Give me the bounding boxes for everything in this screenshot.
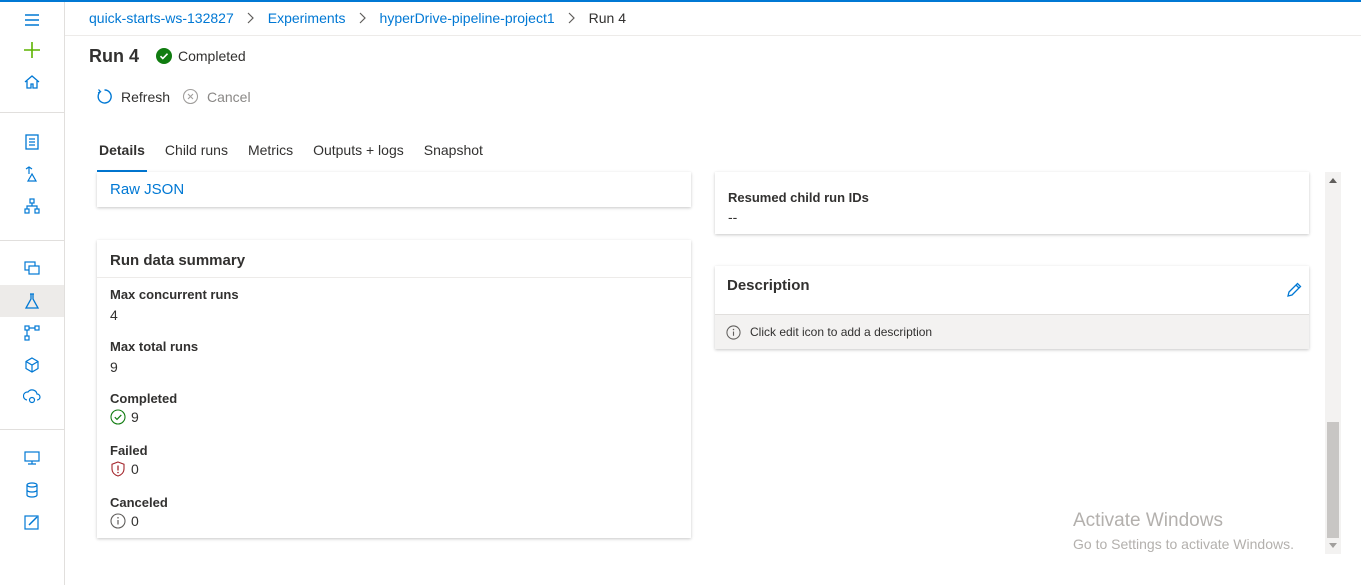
canceled-row: 0: [110, 513, 139, 529]
scrollbar-thumb[interactable]: [1327, 422, 1339, 538]
left-nav: [0, 2, 65, 585]
failed-row: 0: [110, 461, 139, 477]
raw-json-link[interactable]: Raw JSON: [110, 181, 184, 198]
tab-child-runs[interactable]: Child runs: [155, 142, 238, 172]
hamburger-icon[interactable]: [0, 4, 64, 36]
max-total-label: Max total runs: [110, 339, 199, 354]
breadcrumb-workspace[interactable]: quick-starts-ws-132827: [89, 10, 234, 26]
notebook-icon[interactable]: [0, 126, 64, 158]
datastores-icon[interactable]: [0, 474, 64, 506]
scroll-down-arrow-icon[interactable]: [1329, 543, 1337, 548]
breadcrumb-current: Run 4: [588, 10, 626, 26]
chevron-right-icon: [247, 12, 255, 24]
tab-bar: Details Child runs Metrics Outputs + log…: [89, 142, 493, 172]
completed-row: 9: [110, 409, 139, 425]
refresh-button[interactable]: Refresh: [96, 88, 170, 105]
description-hint-bar: Click edit icon to add a description: [715, 314, 1309, 349]
cancel-button[interactable]: Cancel: [182, 88, 251, 105]
chevron-right-icon: [359, 12, 367, 24]
plus-icon[interactable]: [0, 34, 64, 66]
failed-value: 0: [131, 461, 139, 477]
resumed-value: --: [728, 209, 738, 225]
endpoints-icon[interactable]: [0, 381, 64, 413]
header-divider: [65, 35, 1361, 36]
error-shield-icon: [111, 461, 125, 477]
scroll-up-arrow-icon[interactable]: [1329, 178, 1337, 183]
tab-outputs-logs[interactable]: Outputs + logs: [303, 142, 414, 172]
tab-metrics[interactable]: Metrics: [238, 142, 303, 172]
max-concurrent-value: 4: [110, 307, 118, 323]
check-circle-outline-icon: [110, 409, 126, 425]
activate-windows-subtitle: Go to Settings to activate Windows.: [1073, 536, 1294, 552]
edit-pencil-icon[interactable]: [1285, 281, 1303, 304]
max-total-value: 9: [110, 359, 118, 375]
experiments-icon[interactable]: [0, 285, 64, 317]
run-data-summary-card: Run data summary Max concurrent runs 4 M…: [97, 240, 691, 538]
canceled-value: 0: [131, 513, 139, 529]
check-circle-icon: [156, 48, 172, 64]
refresh-icon: [97, 89, 112, 104]
cancel-label: Cancel: [207, 88, 251, 105]
status-text: Completed: [178, 48, 246, 64]
max-concurrent-label: Max concurrent runs: [110, 287, 239, 302]
models-icon[interactable]: [0, 349, 64, 381]
resumed-label: Resumed child run IDs: [728, 190, 869, 205]
tab-snapshot[interactable]: Snapshot: [414, 142, 493, 172]
completed-label: Completed: [110, 391, 178, 406]
labeling-icon[interactable]: [0, 506, 64, 538]
description-title: Description: [727, 277, 810, 294]
completed-value: 9: [131, 409, 139, 425]
cancel-icon: [182, 88, 199, 105]
designer-icon[interactable]: [0, 190, 64, 222]
pipelines-icon[interactable]: [0, 317, 64, 349]
breadcrumb-experiments[interactable]: Experiments: [268, 10, 346, 26]
status-badge: Completed: [156, 48, 246, 64]
refresh-label: Refresh: [121, 88, 171, 105]
resumed-card: Resumed child run IDs --: [715, 172, 1309, 234]
chevron-right-icon: [568, 12, 576, 24]
vertical-scrollbar[interactable]: [1325, 172, 1341, 554]
tab-details[interactable]: Details: [89, 142, 155, 172]
activate-windows-title: Activate Windows: [1073, 510, 1223, 531]
datasets-icon[interactable]: [0, 252, 64, 284]
summary-divider: [97, 277, 691, 278]
info-circle-icon: [110, 513, 126, 529]
top-accent-bar: [0, 0, 1361, 2]
canceled-label: Canceled: [110, 495, 168, 510]
automl-icon[interactable]: [0, 158, 64, 190]
info-circle-icon: [726, 324, 741, 340]
home-icon[interactable]: [0, 66, 64, 98]
description-card: Description Click edit icon to add a des…: [715, 266, 1309, 349]
failed-label: Failed: [110, 443, 148, 458]
breadcrumb-experiment[interactable]: hyperDrive-pipeline-project1: [380, 10, 555, 26]
breadcrumb: quick-starts-ws-132827 Experiments hyper…: [89, 10, 626, 26]
properties-card: Raw JSON: [97, 172, 691, 207]
page-title: Run 4: [89, 46, 140, 66]
compute-icon[interactable]: [0, 442, 64, 474]
description-hint: Click edit icon to add a description: [750, 325, 933, 339]
summary-title: Run data summary: [110, 252, 246, 269]
